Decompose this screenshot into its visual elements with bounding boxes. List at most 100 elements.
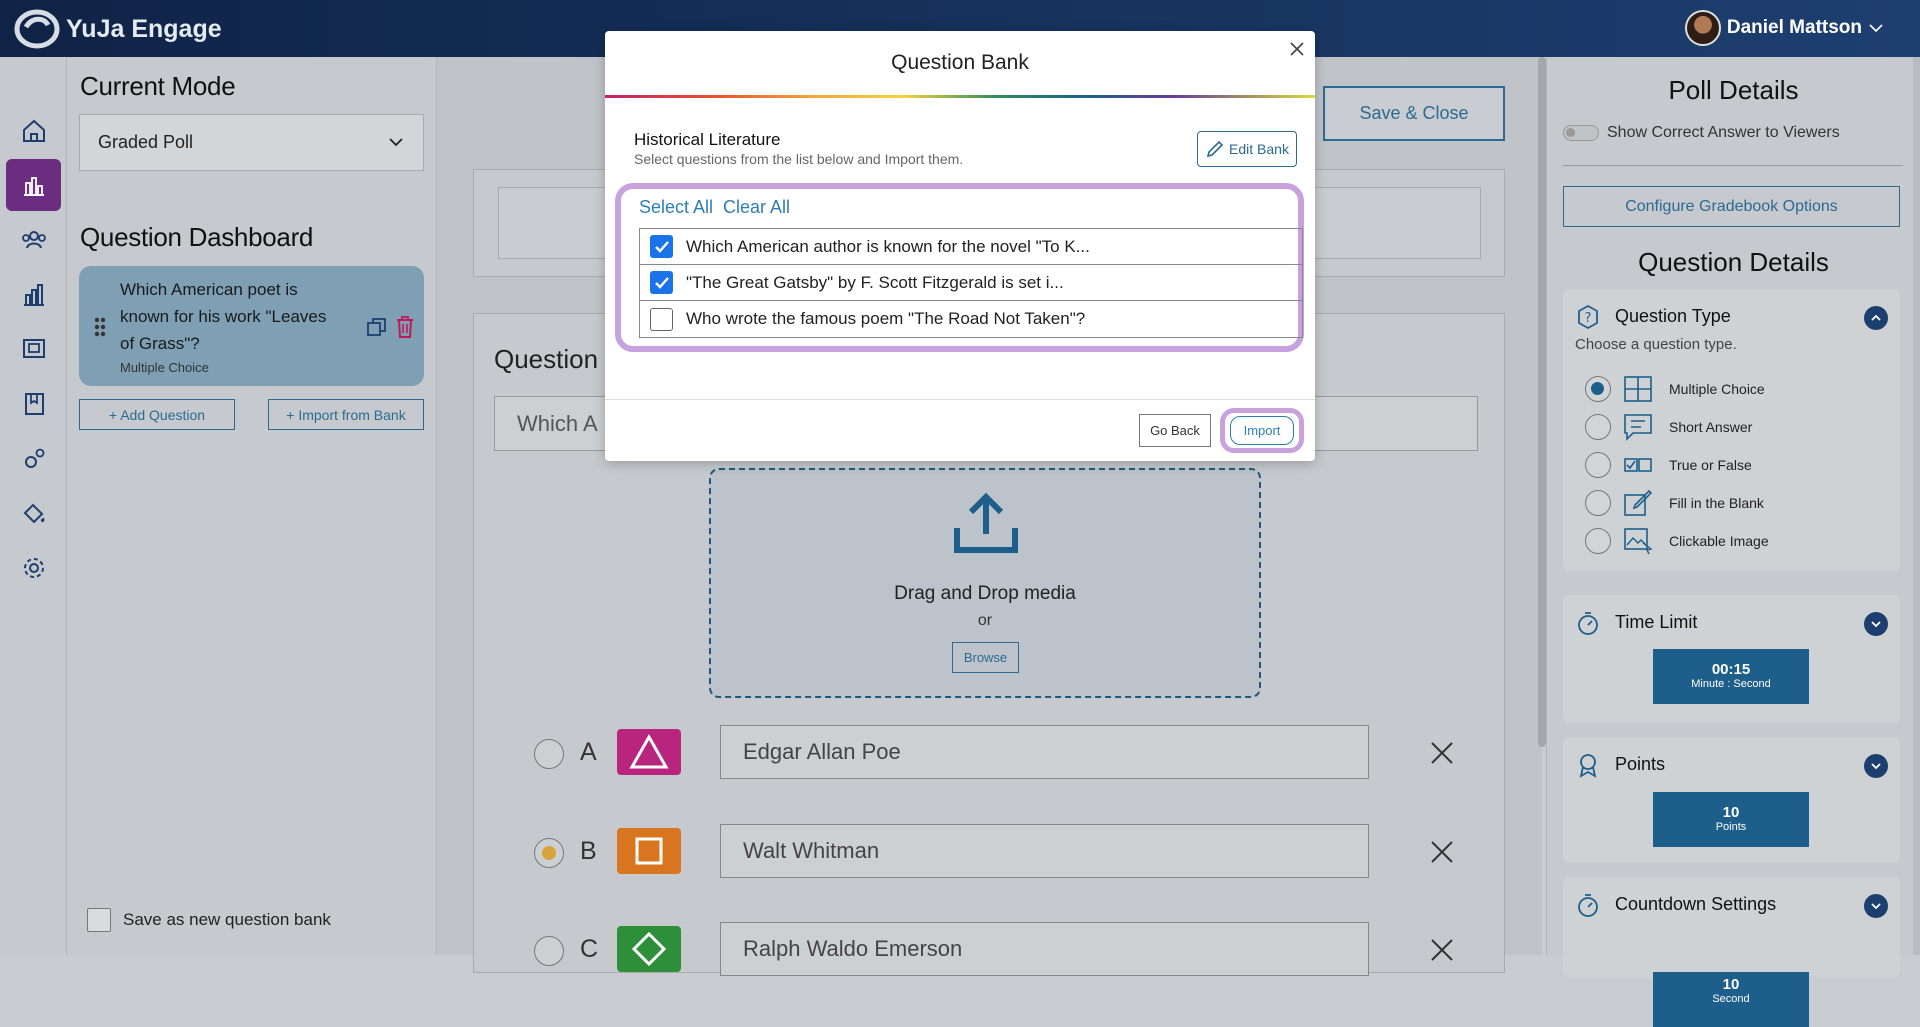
time-limit-value[interactable]: 00:15 Minute : Second	[1653, 649, 1809, 704]
gear-icon	[23, 558, 44, 578]
mode-select[interactable]: Graded Poll	[79, 114, 424, 171]
edit-icon	[1624, 489, 1653, 516]
divider	[1563, 165, 1903, 166]
chevron-up-icon[interactable]	[1864, 306, 1888, 330]
save-as-bank-checkbox[interactable]	[87, 908, 111, 932]
question-selection-area: Select All Clear All Which American auth…	[615, 183, 1304, 352]
time-value: 00:15	[1711, 661, 1751, 678]
qtype-true-false[interactable]: True or False	[1585, 449, 1752, 481]
bank-question-row[interactable]: Who wrote the famous poem "The Road Not …	[640, 301, 1302, 337]
image-cursor-icon	[1624, 528, 1653, 555]
bank-question-checkbox[interactable]	[650, 271, 673, 294]
answer-c-input[interactable]: Ralph Waldo Emerson	[720, 922, 1369, 976]
remove-answer-b-icon[interactable]	[1428, 838, 1456, 866]
bank-question-checkbox[interactable]	[650, 235, 673, 258]
rail-bookmark[interactable]	[6, 378, 61, 430]
mode-value: Graded Poll	[98, 132, 194, 152]
bank-question-text: Which American author is known for the n…	[686, 236, 1090, 256]
countdown-unit: Second	[1712, 993, 1750, 1005]
answer-b-input[interactable]: Walt Whitman	[720, 824, 1369, 878]
countdown-value: 10	[1722, 976, 1740, 993]
answer-c-letter: C	[580, 935, 599, 963]
rail-settings[interactable]	[6, 542, 61, 594]
chevron-down-icon[interactable]	[1864, 894, 1888, 918]
bank-question-row[interactable]: Which American author is known for the n…	[640, 229, 1302, 265]
save-close-button[interactable]: Save & Close	[1323, 86, 1505, 141]
points-value-box[interactable]: 10 Points	[1653, 792, 1809, 847]
points-title: Points	[1615, 754, 1666, 774]
duplicate-icon[interactable]	[366, 316, 388, 338]
rail-polls[interactable]	[6, 159, 61, 211]
details-scrollbar[interactable]	[1913, 57, 1920, 955]
drag-handle-icon[interactable]	[93, 316, 107, 338]
select-all-link[interactable]: Select All	[639, 197, 713, 218]
chevron-down-icon	[1869, 24, 1883, 33]
close-icon[interactable]	[1287, 39, 1307, 59]
go-back-button[interactable]: Go Back	[1139, 414, 1211, 447]
import-button[interactable]: Import	[1230, 416, 1294, 445]
bank-question-row[interactable]: "The Great Gatsby" by F. Scott Fitzgeral…	[640, 265, 1302, 301]
editor-scrollbar[interactable]	[1538, 57, 1546, 747]
bank-question-text: Who wrote the famous poem "The Road Not …	[686, 309, 1086, 328]
browse-button[interactable]: Browse	[952, 642, 1019, 673]
rail-people[interactable]	[6, 214, 61, 266]
chevron-down-icon[interactable]	[1864, 612, 1888, 636]
rail-analytics[interactable]	[6, 269, 61, 321]
diamond-icon	[631, 931, 667, 967]
rail-present[interactable]	[6, 323, 61, 375]
triangle-icon	[629, 734, 669, 769]
countdown-title: Countdown Settings	[1615, 894, 1777, 914]
trash-icon[interactable]	[394, 315, 416, 339]
answer-a-shape	[617, 729, 681, 775]
rail-integrations[interactable]	[6, 433, 61, 485]
poll-details-title: Poll Details	[1668, 75, 1799, 105]
brand-logo[interactable]: YuJa Engage	[14, 9, 222, 49]
qtype-clickable-image[interactable]: Clickable Image	[1585, 525, 1769, 557]
show-correct-row[interactable]: Show Correct Answer to Viewers	[1563, 124, 1840, 142]
qtype-label: Fill in the Blank	[1669, 495, 1764, 511]
import-from-bank-button[interactable]: + Import from Bank	[268, 399, 424, 430]
remove-answer-c-icon[interactable]	[1428, 936, 1456, 964]
gradebook-button[interactable]: Configure Gradebook Options	[1563, 186, 1900, 227]
save-as-bank-row[interactable]: Save as new question bank	[87, 908, 331, 932]
people-icon	[21, 231, 46, 249]
answer-c-radio[interactable]	[534, 936, 564, 966]
qtype-radio[interactable]	[1585, 376, 1611, 402]
qtype-short-answer[interactable]: Short Answer	[1585, 411, 1752, 443]
add-question-button[interactable]: + Add Question	[79, 399, 235, 430]
bank-name: Historical Literature	[634, 130, 781, 149]
rainbow-divider	[605, 95, 1315, 98]
qtype-radio[interactable]	[1585, 414, 1611, 440]
rail-home[interactable]	[6, 105, 61, 157]
rail-theme[interactable]	[6, 487, 61, 539]
show-correct-toggle[interactable]	[1563, 125, 1599, 141]
qtype-fill-blank[interactable]: Fill in the Blank	[1585, 487, 1764, 519]
answer-a-input[interactable]: Edgar Allan Poe	[720, 725, 1369, 779]
question-details-title: Question Details	[1638, 247, 1829, 277]
media-dropzone[interactable]: Drag and Drop media or Browse	[709, 468, 1261, 698]
question-card-type: Multiple Choice	[120, 360, 209, 375]
qtype-radio[interactable]	[1585, 528, 1611, 554]
user-menu[interactable]: Daniel Mattson	[1684, 10, 1884, 46]
clear-all-link[interactable]: Clear All	[723, 197, 790, 218]
edit-bank-button[interactable]: Edit Bank	[1197, 131, 1297, 167]
yuja-logo-icon	[14, 9, 60, 49]
qtype-radio[interactable]	[1585, 490, 1611, 516]
remove-answer-a-icon[interactable]	[1428, 739, 1456, 767]
import-highlight: Import	[1220, 408, 1304, 453]
bank-question-text: "The Great Gatsby" by F. Scott Fitzgeral…	[686, 272, 1064, 292]
help-circle-icon: ?	[1578, 304, 1598, 330]
qtype-radio[interactable]	[1585, 452, 1611, 478]
question-card-text: Which American poet is known for his wor…	[120, 280, 327, 353]
user-name: Daniel Mattson	[1726, 17, 1862, 38]
bank-question-checkbox[interactable]	[650, 307, 673, 331]
countdown-value-box[interactable]: 10 Second	[1653, 972, 1809, 1027]
answer-a-radio[interactable]	[534, 739, 564, 769]
question-card[interactable]: Which American poet is known for his wor…	[79, 266, 424, 386]
show-correct-label: Show Correct Answer to Viewers	[1607, 124, 1840, 141]
qtype-multiple-choice[interactable]: Multiple Choice	[1585, 373, 1765, 405]
answer-b-shape	[617, 828, 681, 874]
chevron-down-icon[interactable]	[1864, 754, 1888, 778]
home-icon	[22, 119, 45, 142]
answer-b-radio[interactable]	[534, 838, 564, 868]
